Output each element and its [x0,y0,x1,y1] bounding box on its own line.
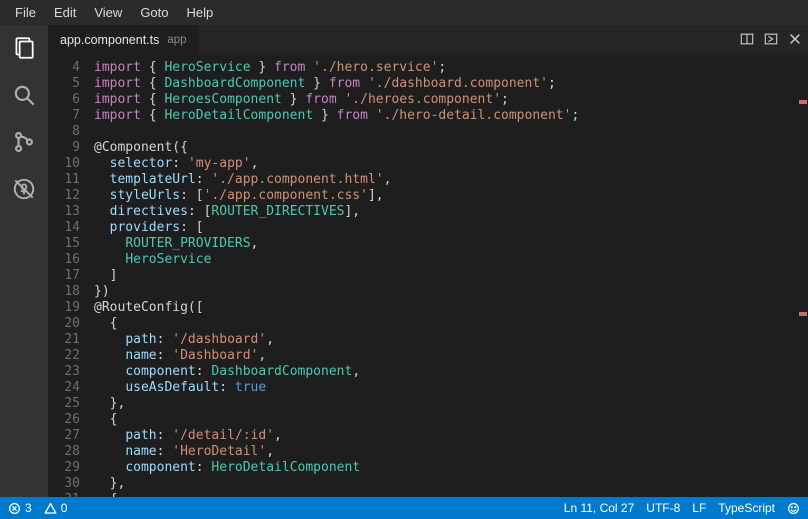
editor-group: app.component.ts app 4567891011121314151… [48,25,808,497]
tab-bar: app.component.ts app [48,25,808,55]
close-icon[interactable] [788,32,802,49]
debug-icon[interactable] [11,176,37,205]
code-line[interactable]: import { DashboardComponent } from './da… [94,76,798,92]
code-line[interactable]: import { HeroDetailComponent } from './h… [94,108,798,124]
code-line[interactable]: name: 'HeroDetail', [94,444,798,460]
overview-marker[interactable] [799,312,807,316]
status-warnings-count: 0 [61,501,68,515]
code-line[interactable] [94,124,798,140]
line-number: 22 [48,348,80,364]
code-line[interactable]: { [94,316,798,332]
code-line[interactable]: selector: 'my-app', [94,156,798,172]
line-number: 5 [48,76,80,92]
code-line[interactable]: component: DashboardComponent, [94,364,798,380]
line-number: 6 [48,92,80,108]
line-number: 11 [48,172,80,188]
line-number: 9 [48,140,80,156]
tab-folder: app [167,34,186,46]
code-line[interactable]: templateUrl: './app.component.html', [94,172,798,188]
status-bar: 3 0 Ln 11, Col 27 UTF-8 LF TypeScript [0,497,808,519]
menu-goto[interactable]: Goto [131,2,177,23]
line-number: 16 [48,252,80,268]
code-line[interactable]: }, [94,476,798,492]
status-errors-count: 3 [25,501,32,515]
line-number: 28 [48,444,80,460]
overview-marker[interactable] [799,100,807,104]
line-number: 18 [48,284,80,300]
line-number: 17 [48,268,80,284]
code-line[interactable]: directives: [ROUTER_DIRECTIVES], [94,204,798,220]
menu-help[interactable]: Help [178,2,223,23]
line-number: 31 [48,492,80,497]
line-number-gutter: 4567891011121314151617181920212223242526… [48,55,94,497]
code-line[interactable]: { [94,412,798,428]
line-number: 13 [48,204,80,220]
source-control-icon[interactable] [11,129,37,158]
status-eol[interactable]: LF [692,501,706,515]
line-number: 8 [48,124,80,140]
line-number: 24 [48,380,80,396]
overview-ruler[interactable] [798,55,808,497]
line-number: 7 [48,108,80,124]
code-content[interactable]: import { HeroService } from './hero.serv… [94,55,798,497]
tab-actions [740,32,802,49]
line-number: 21 [48,332,80,348]
status-feedback-icon[interactable] [787,502,800,515]
line-number: 14 [48,220,80,236]
line-number: 26 [48,412,80,428]
code-editor[interactable]: 4567891011121314151617181920212223242526… [48,55,808,497]
code-line[interactable]: import { HeroService } from './hero.serv… [94,60,798,76]
search-icon[interactable] [11,82,37,111]
code-line[interactable]: name: 'Dashboard', [94,348,798,364]
line-number: 27 [48,428,80,444]
code-line[interactable]: styleUrls: ['./app.component.css'], [94,188,798,204]
explorer-icon[interactable] [11,35,37,64]
main-area: app.component.ts app 4567891011121314151… [0,25,808,497]
line-number: 30 [48,476,80,492]
code-line[interactable]: @RouteConfig([ [94,300,798,316]
code-line[interactable]: component: HeroDetailComponent [94,460,798,476]
line-number: 25 [48,396,80,412]
line-number: 23 [48,364,80,380]
menu-edit[interactable]: Edit [45,2,85,23]
code-line[interactable]: import { HeroesComponent } from './heroe… [94,92,798,108]
tab-filename: app.component.ts [60,33,159,47]
line-number: 19 [48,300,80,316]
line-number: 10 [48,156,80,172]
code-line[interactable]: }, [94,396,798,412]
code-line[interactable]: HeroService [94,252,798,268]
code-line[interactable]: providers: [ [94,220,798,236]
status-errors[interactable]: 3 [8,501,32,515]
tab-active[interactable]: app.component.ts app [48,25,199,55]
code-line[interactable]: path: '/dashboard', [94,332,798,348]
code-line[interactable]: useAsDefault: true [94,380,798,396]
code-line[interactable]: @Component({ [94,140,798,156]
code-line[interactable]: { [94,492,798,497]
line-number: 29 [48,460,80,476]
menu-bar: File Edit View Goto Help [0,0,808,25]
line-number: 20 [48,316,80,332]
status-language[interactable]: TypeScript [718,501,775,515]
line-number: 15 [48,236,80,252]
line-number: 4 [48,60,80,76]
more-actions-icon[interactable] [764,32,778,49]
line-number: 12 [48,188,80,204]
status-warnings[interactable]: 0 [44,501,68,515]
code-line[interactable]: path: '/detail/:id', [94,428,798,444]
menu-view[interactable]: View [85,2,131,23]
code-line[interactable]: ROUTER_PROVIDERS, [94,236,798,252]
activity-bar [0,25,48,497]
menu-file[interactable]: File [6,2,45,23]
code-line[interactable]: ] [94,268,798,284]
status-encoding[interactable]: UTF-8 [646,501,680,515]
status-cursor-position[interactable]: Ln 11, Col 27 [564,501,635,515]
code-line[interactable]: }) [94,284,798,300]
split-editor-icon[interactable] [740,32,754,49]
